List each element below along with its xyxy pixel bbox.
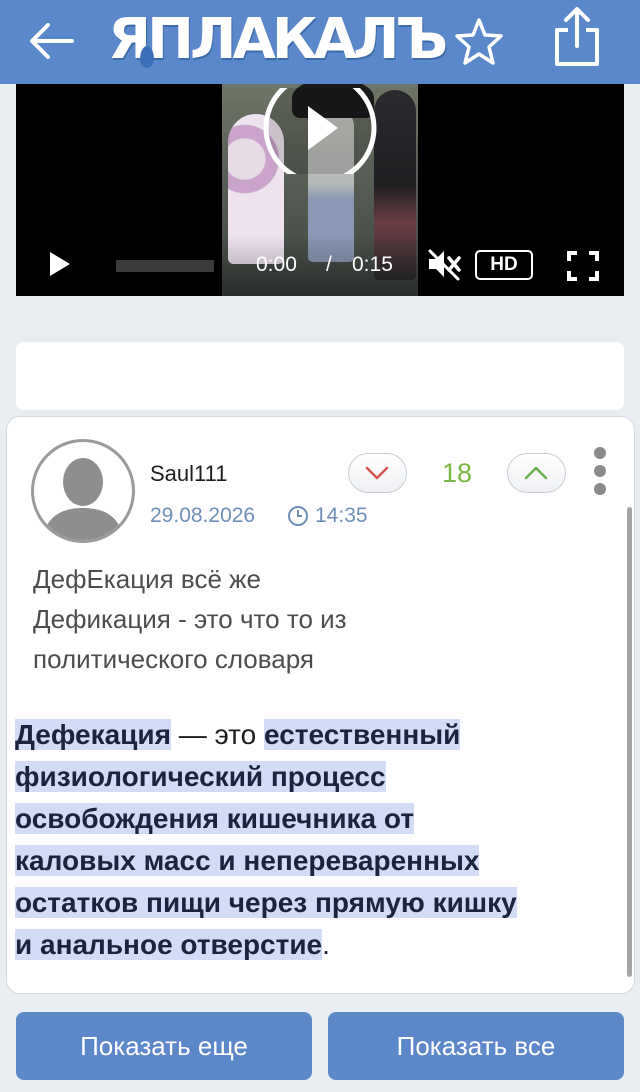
- quote-line: каловых масс и непереваренных: [15, 841, 480, 881]
- show-more-button[interactable]: Показать еще: [16, 1012, 312, 1080]
- more-dots-icon: [594, 483, 606, 495]
- quoted-definition: Дефекация — это естественный физиологиче…: [15, 713, 627, 963]
- star-icon: [455, 18, 503, 65]
- avatar[interactable]: [31, 439, 135, 543]
- time-separator: /: [326, 253, 332, 276]
- chevron-down-icon: [365, 466, 389, 480]
- quote-fragment: — это: [170, 719, 265, 750]
- comment-input-area[interactable]: [16, 342, 624, 410]
- quote-line: Дефекация — это естественный: [15, 715, 461, 755]
- user-avatar-icon: [42, 458, 124, 540]
- fullscreen-button[interactable]: [566, 250, 600, 282]
- share-icon: [555, 7, 599, 66]
- quote-fragment: каловых масс и непереваренных: [15, 845, 480, 876]
- more-options-button[interactable]: [589, 445, 611, 497]
- comment-text-line: Дефикация - это что то из: [33, 604, 347, 634]
- comment-author[interactable]: Saul111: [150, 459, 330, 489]
- vote-down-button[interactable]: [348, 453, 407, 493]
- duration: 0:15: [352, 253, 393, 276]
- site-logo[interactable]: ЯПЛАКАЛЪ: [108, 2, 448, 78]
- quote-fragment: остатков пищи через прямую кишку: [15, 887, 517, 918]
- app-header: ЯПЛАКАЛЪ: [0, 0, 640, 84]
- mute-button[interactable]: [426, 247, 462, 281]
- quote-fragment: Дефекация: [15, 719, 171, 750]
- fullscreen-icon: [567, 251, 599, 281]
- comment-date: 29.08.2026: [150, 504, 256, 527]
- share-button[interactable]: [548, 6, 606, 68]
- back-button[interactable]: [24, 18, 78, 64]
- quote-fragment: освобождения кишечника от: [15, 803, 415, 834]
- more-dots-icon: [594, 465, 606, 477]
- progress-bar[interactable]: [116, 260, 214, 272]
- quote-fragment: и анальное отверстие: [15, 929, 323, 960]
- quote-fragment: .: [322, 929, 330, 960]
- more-dots-icon: [594, 447, 606, 459]
- quote-line: остатков пищи через прямую кишку: [15, 883, 517, 923]
- quote-line: физиологический процесс: [15, 757, 386, 797]
- volume-muted-icon: [428, 249, 461, 281]
- quote-line: и анальное отверстие.: [15, 925, 330, 965]
- quote-fragment: естественный: [264, 719, 461, 750]
- chevron-up-icon: [524, 466, 548, 480]
- play-icon: [50, 252, 70, 276]
- comment-time: 14:35: [315, 504, 368, 527]
- comment-score: 18: [441, 458, 473, 488]
- logo-drop: [140, 46, 154, 68]
- vote-up-button[interactable]: [507, 453, 566, 493]
- comment-card: Saul111 29.08.2026 14:35 18 ДефЕкация вс…: [6, 416, 635, 994]
- scrollbar[interactable]: [627, 507, 632, 977]
- quote-line: освобождения кишечника от: [15, 799, 415, 839]
- comment-text-line: ДефЕкация всё же: [33, 564, 261, 594]
- hd-quality-button[interactable]: HD: [475, 250, 533, 280]
- show-all-button[interactable]: Показать все: [328, 1012, 624, 1080]
- time-display: 0:00 / 0:15: [256, 252, 406, 278]
- comment-text-line: политического словаря: [33, 644, 314, 674]
- favorite-button[interactable]: [452, 16, 506, 66]
- clock-icon: [287, 505, 309, 527]
- video-player[interactable]: 0:00 / 0:15 HD: [16, 84, 624, 296]
- play-button[interactable]: [46, 250, 72, 278]
- play-circle-icon: [263, 84, 377, 185]
- quote-fragment: физиологический процесс: [15, 761, 386, 792]
- big-play-button[interactable]: [262, 84, 378, 185]
- current-time: 0:00: [256, 253, 297, 276]
- arrow-left-icon: [30, 23, 74, 59]
